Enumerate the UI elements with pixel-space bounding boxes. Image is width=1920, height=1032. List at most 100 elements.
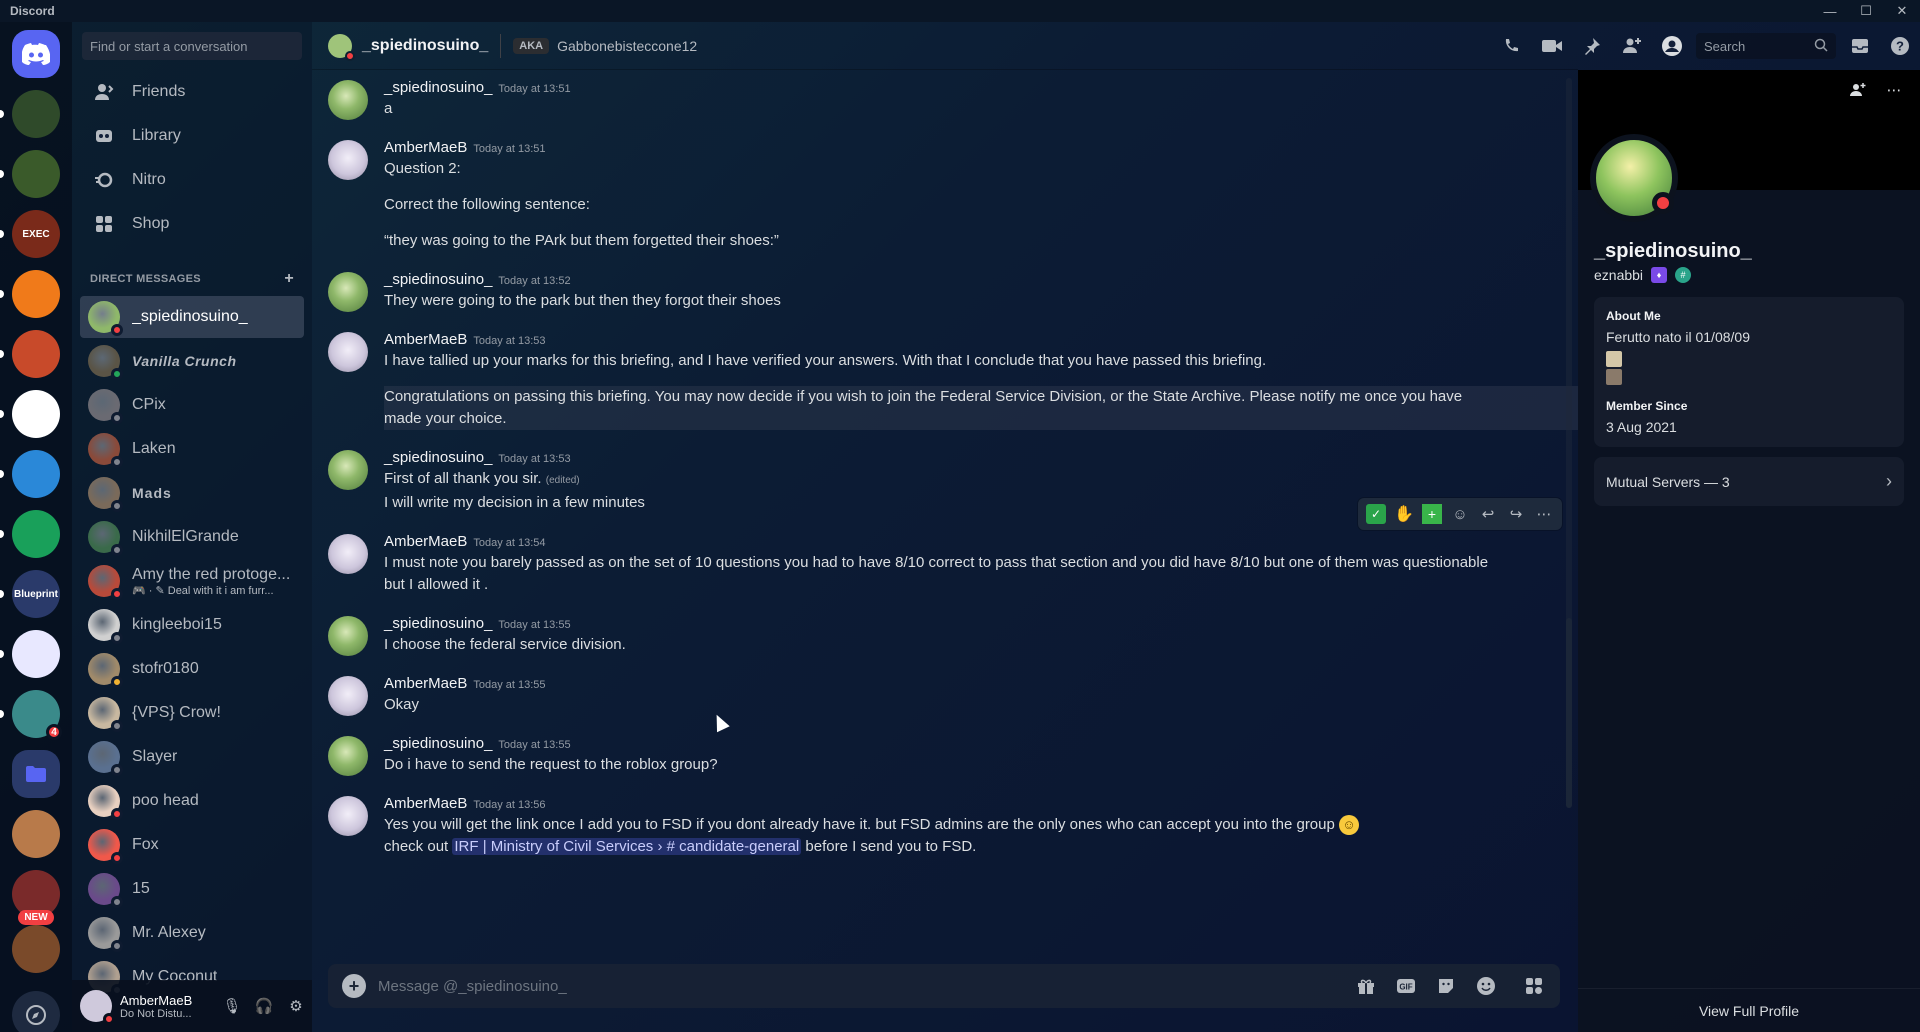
message-avatar[interactable]: [328, 796, 368, 836]
message-author[interactable]: _spiedinosuino_: [384, 79, 492, 96]
minimize-button[interactable]: —: [1812, 0, 1848, 22]
message-input[interactable]: [378, 977, 1346, 995]
add-reaction-icon[interactable]: ☺: [1446, 500, 1474, 528]
video-call-icon[interactable]: [1532, 36, 1572, 56]
reaction-hand-icon[interactable]: ✋: [1390, 500, 1418, 528]
discover-compass-icon[interactable]: [12, 991, 60, 1032]
user-avatar[interactable]: [80, 990, 115, 1025]
message-avatar[interactable]: [328, 140, 368, 180]
nitro-badge-icon[interactable]: ♦: [1651, 267, 1668, 283]
dm-item[interactable]: Mads: [80, 472, 304, 514]
dm-item[interactable]: kingleeboi15: [80, 604, 304, 646]
dm-item[interactable]: stofr0180: [80, 648, 304, 690]
server-icon[interactable]: [12, 925, 60, 973]
nav-friends[interactable]: Friends: [72, 70, 312, 114]
inbox-icon[interactable]: [1840, 36, 1880, 56]
reply-icon[interactable]: ↩: [1474, 500, 1502, 528]
forward-icon[interactable]: ↪: [1502, 500, 1530, 528]
dm-item[interactable]: Amy the red protoge... 🎮 · ✎ Deal with it…: [80, 560, 304, 602]
user-info[interactable]: AmberMaeB Do Not Distu...: [120, 993, 192, 1020]
dm-item[interactable]: Slayer: [80, 736, 304, 778]
view-full-profile-button[interactable]: View Full Profile: [1578, 988, 1920, 1032]
message[interactable]: _spiedinosuino_ Today at 13:51 a: [312, 78, 1578, 120]
message-avatar[interactable]: [328, 332, 368, 372]
message[interactable]: _spiedinosuino_ Today at 13:52 They were g…: [312, 270, 1578, 312]
channel-mention-link[interactable]: IRF | Ministry of Civil Services › # can…: [452, 838, 802, 855]
message-avatar[interactable]: [328, 450, 368, 490]
message[interactable]: AmberMaeB Today at 13:51 Question 2: Correc…: [312, 138, 1578, 252]
new-unreads-pill[interactable]: NEW: [18, 910, 54, 925]
dm-item[interactable]: Fox: [80, 824, 304, 866]
server-folder-icon[interactable]: [12, 750, 60, 798]
dm-item[interactable]: poo head: [80, 780, 304, 822]
hashtag-badge-icon[interactable]: #: [1675, 267, 1692, 283]
message-avatar[interactable]: [328, 736, 368, 776]
dm-item[interactable]: 15: [80, 868, 304, 910]
emoji-picker-icon[interactable]: [1466, 970, 1506, 1002]
gif-picker-button[interactable]: GIF: [1386, 970, 1426, 1002]
create-dm-button[interactable]: +: [284, 270, 294, 288]
message-author[interactable]: _spiedinosuino_: [384, 735, 492, 752]
headphones-icon[interactable]: 🎧: [248, 990, 280, 1022]
gift-icon[interactable]: [1346, 970, 1386, 1002]
nav-library[interactable]: Library: [72, 114, 312, 158]
message-author[interactable]: AmberMaeB: [384, 139, 467, 156]
message[interactable]: AmberMaeB Today at 13:54 I must note you b…: [312, 532, 1578, 596]
pinned-messages-icon[interactable]: [1572, 36, 1612, 56]
microphone-icon[interactable]: 🎙: [216, 990, 248, 1022]
message-avatar[interactable]: [328, 534, 368, 574]
dm-item[interactable]: CPix: [80, 384, 304, 426]
message[interactable]: AmberMaeB Today at 13:56 Yes you will get …: [312, 794, 1578, 858]
nav-nitro[interactable]: Nitro: [72, 158, 312, 202]
profile-more-icon[interactable]: ⋯: [1876, 76, 1912, 104]
server-icon[interactable]: EXEC: [0, 210, 60, 258]
message-author[interactable]: AmberMaeB: [384, 331, 467, 348]
settings-gear-icon[interactable]: ⚙: [280, 990, 312, 1022]
header-search-input[interactable]: Search: [1696, 33, 1836, 59]
dm-item[interactable]: Vanilla Crunch: [80, 340, 304, 382]
message[interactable]: _spiedinosuino_ Today at 13:55 I choose th…: [312, 614, 1578, 656]
dm-item[interactable]: NikhilElGrande: [80, 516, 304, 558]
scrollbar-thumb[interactable]: [1566, 618, 1572, 808]
close-button[interactable]: ✕: [1884, 0, 1920, 22]
help-icon[interactable]: ?: [1880, 36, 1920, 56]
dm-item[interactable]: _spiedinosuino_: [80, 296, 304, 338]
dm-item[interactable]: Mr. Alexey: [80, 912, 304, 954]
message[interactable]: AmberMaeB Today at 13:55 Okay: [312, 674, 1578, 716]
more-options-icon[interactable]: ⋯: [1530, 500, 1558, 528]
mutual-servers-row[interactable]: Mutual Servers — 3 ›: [1594, 457, 1904, 506]
server-icon[interactable]: Blueprint: [0, 570, 60, 618]
server-icon[interactable]: [0, 90, 60, 138]
message-author[interactable]: AmberMaeB: [384, 533, 467, 550]
message-author[interactable]: AmberMaeB: [384, 675, 467, 692]
server-icon[interactable]: [0, 630, 60, 678]
server-icon[interactable]: 4: [0, 690, 62, 740]
server-icon[interactable]: [0, 330, 60, 378]
server-icon[interactable]: [0, 390, 60, 438]
sticker-icon[interactable]: [1426, 970, 1466, 1002]
maximize-button[interactable]: ☐: [1848, 0, 1884, 22]
home-discord-icon[interactable]: [12, 30, 60, 78]
server-icon[interactable]: [12, 810, 60, 858]
server-icon[interactable]: [0, 450, 60, 498]
message-author[interactable]: _spiedinosuino_: [384, 615, 492, 632]
message-author[interactable]: _spiedinosuino_: [384, 449, 492, 466]
server-icon[interactable]: [0, 270, 60, 318]
add-friend-icon[interactable]: [1840, 76, 1876, 104]
profile-avatar[interactable]: [1590, 134, 1678, 222]
message[interactable]: _spiedinosuino_ Today at 13:55 Do i have t…: [312, 734, 1578, 776]
voice-call-icon[interactable]: [1492, 36, 1532, 56]
reaction-plus-icon[interactable]: +: [1422, 504, 1442, 524]
nav-shop[interactable]: Shop: [72, 202, 312, 246]
message-scrollbar[interactable]: [1566, 78, 1572, 808]
dm-search-input[interactable]: Find or start a conversation: [82, 32, 302, 60]
server-icon[interactable]: [0, 150, 60, 198]
dm-item[interactable]: Laken: [80, 428, 304, 470]
message-avatar[interactable]: [328, 80, 368, 120]
dm-item[interactable]: {VPS} Crow!: [80, 692, 304, 734]
message-author[interactable]: _spiedinosuino_: [384, 271, 492, 288]
message[interactable]: AmberMaeB Today at 13:53 I have tallied up…: [312, 330, 1578, 430]
apps-icon[interactable]: [1514, 970, 1554, 1002]
message-avatar[interactable]: [328, 272, 368, 312]
message-avatar[interactable]: [328, 616, 368, 656]
